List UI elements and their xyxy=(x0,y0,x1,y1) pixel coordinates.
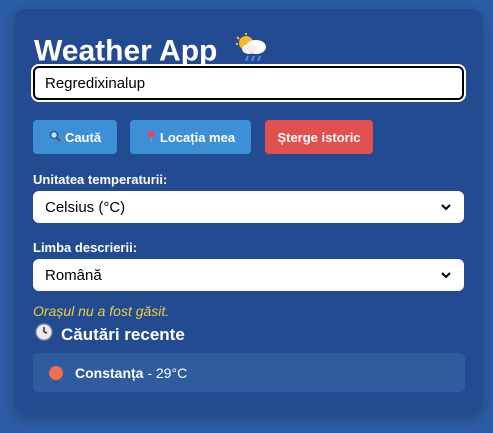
temperature-unit-label: Unitatea temperaturii: xyxy=(33,172,168,187)
temperature-unit-value: Celsius (°C) xyxy=(45,198,126,216)
recent-search-item[interactable]: Constanța - 29°C xyxy=(33,353,465,392)
recent-searches-heading: Căutări recente xyxy=(35,323,185,346)
temperature-unit-select[interactable]: Celsius (°C) xyxy=(33,191,464,223)
clear-history-button-label: Șterge istoric xyxy=(277,129,361,145)
magnifier-icon xyxy=(49,130,61,145)
chevron-down-icon xyxy=(441,204,451,211)
recent-city-temp: - 29°C xyxy=(143,364,188,381)
chevron-down-icon xyxy=(441,272,451,279)
weather-card: Weather App Ca xyxy=(15,9,482,414)
description-language-value: Română xyxy=(45,266,102,284)
recent-city-name: Constanța xyxy=(75,364,144,381)
city-search-input[interactable] xyxy=(31,64,466,102)
recent-searches-title: Căutări recente xyxy=(61,324,185,344)
description-language-select[interactable]: Română xyxy=(33,259,464,291)
pushpin-icon xyxy=(146,130,156,145)
description-language-label: Limba descrierii: xyxy=(33,240,138,255)
error-message: Orașul nu a fost găsit. xyxy=(33,303,170,319)
my-location-button-label: Locația mea xyxy=(159,129,236,145)
app-title-text: Weather App xyxy=(34,34,218,68)
clock-icon xyxy=(35,323,53,346)
weather-dot-icon xyxy=(49,365,63,380)
search-button[interactable]: Caută xyxy=(33,120,117,154)
clear-history-button[interactable]: Șterge istoric xyxy=(265,120,373,154)
my-location-button[interactable]: Locația mea xyxy=(130,120,251,154)
search-button-label: Caută xyxy=(64,129,102,145)
